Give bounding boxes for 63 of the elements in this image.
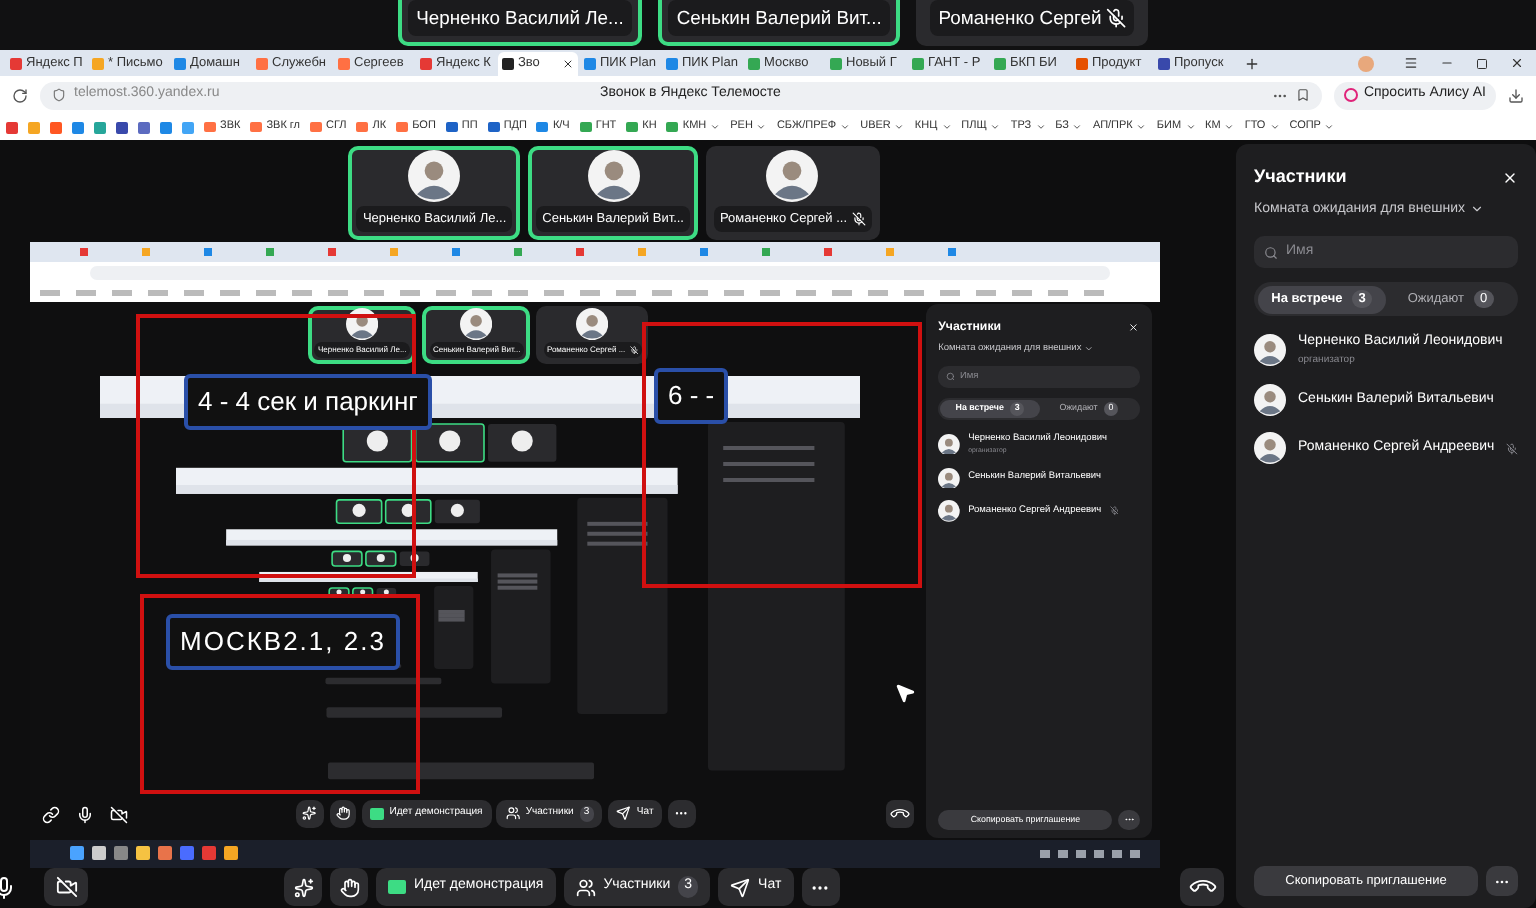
bookmark-favicon[interactable] bbox=[116, 121, 128, 133]
users-icon bbox=[575, 877, 596, 897]
close-icon[interactable] bbox=[1510, 56, 1524, 70]
avatar bbox=[1254, 334, 1286, 366]
minimize-icon[interactable] bbox=[1440, 56, 1454, 70]
close-icon[interactable] bbox=[562, 57, 574, 69]
bookmark-favicon[interactable] bbox=[6, 121, 18, 133]
users-icon bbox=[505, 806, 520, 822]
raise-hand-button[interactable] bbox=[329, 800, 357, 828]
more-button[interactable] bbox=[1118, 809, 1140, 830]
camera-off-icon[interactable] bbox=[110, 805, 128, 823]
annotation-label: 6 - - bbox=[654, 368, 729, 424]
new-tab-icon[interactable] bbox=[1244, 55, 1260, 71]
avatar bbox=[1254, 384, 1286, 416]
bookmark-favicon[interactable] bbox=[138, 121, 150, 133]
more-button[interactable] bbox=[667, 800, 696, 828]
chevron-icon bbox=[1084, 343, 1094, 354]
shield-icon bbox=[52, 88, 66, 102]
search-icon bbox=[1264, 245, 1278, 259]
panel-title: Участники bbox=[1254, 164, 1347, 190]
menu-icon[interactable] bbox=[1404, 56, 1418, 70]
participant-name: Черненко Василий Ле... bbox=[416, 3, 624, 32]
sparkles-icon bbox=[302, 806, 317, 822]
more-button[interactable] bbox=[801, 868, 840, 906]
participant-name: Сенькин Валерий Вит... bbox=[676, 3, 882, 32]
avatar bbox=[1254, 432, 1286, 464]
bookmark-favicon[interactable] bbox=[72, 121, 84, 133]
send-icon bbox=[730, 877, 751, 897]
camera-button[interactable] bbox=[44, 868, 88, 906]
search-icon bbox=[945, 372, 955, 383]
avatar bbox=[576, 307, 609, 340]
avatar bbox=[938, 499, 960, 522]
link-icon[interactable] bbox=[42, 805, 60, 823]
avatar bbox=[346, 307, 379, 340]
avatar bbox=[938, 467, 960, 489]
avatar bbox=[587, 150, 640, 203]
send-icon bbox=[616, 806, 632, 822]
mic-icon[interactable] bbox=[76, 805, 94, 823]
avatar bbox=[460, 307, 493, 340]
hand-icon bbox=[339, 877, 359, 897]
cursor-icon bbox=[894, 682, 916, 704]
avatar bbox=[408, 150, 461, 203]
avatar bbox=[766, 150, 819, 203]
end-call-button[interactable] bbox=[1180, 868, 1224, 906]
participant-name: Романенко Сергей bbox=[938, 3, 1102, 32]
annotation-label: 4 - 4 сек и паркинг bbox=[184, 374, 432, 430]
bookmark-favicon[interactable] bbox=[50, 121, 62, 133]
maximize-icon[interactable] bbox=[1476, 57, 1488, 69]
download-icon[interactable] bbox=[1508, 87, 1524, 103]
reload-icon[interactable] bbox=[12, 87, 28, 103]
bookmark-icon[interactable] bbox=[1295, 88, 1310, 102]
chevron-icon bbox=[1469, 202, 1484, 217]
raise-hand-button[interactable] bbox=[330, 868, 368, 906]
sparkles-icon bbox=[293, 877, 313, 897]
hand-icon bbox=[335, 806, 350, 822]
annotation-label: МОСКВ2.1, 2.3 bbox=[166, 614, 400, 670]
effects-button[interactable] bbox=[296, 800, 324, 828]
avatar bbox=[938, 433, 960, 455]
bookmark-favicon[interactable] bbox=[160, 121, 172, 133]
more-button[interactable] bbox=[1486, 866, 1518, 896]
camera-off-icon bbox=[55, 876, 77, 898]
end-call-button[interactable] bbox=[886, 800, 914, 828]
effects-button[interactable] bbox=[284, 868, 322, 906]
